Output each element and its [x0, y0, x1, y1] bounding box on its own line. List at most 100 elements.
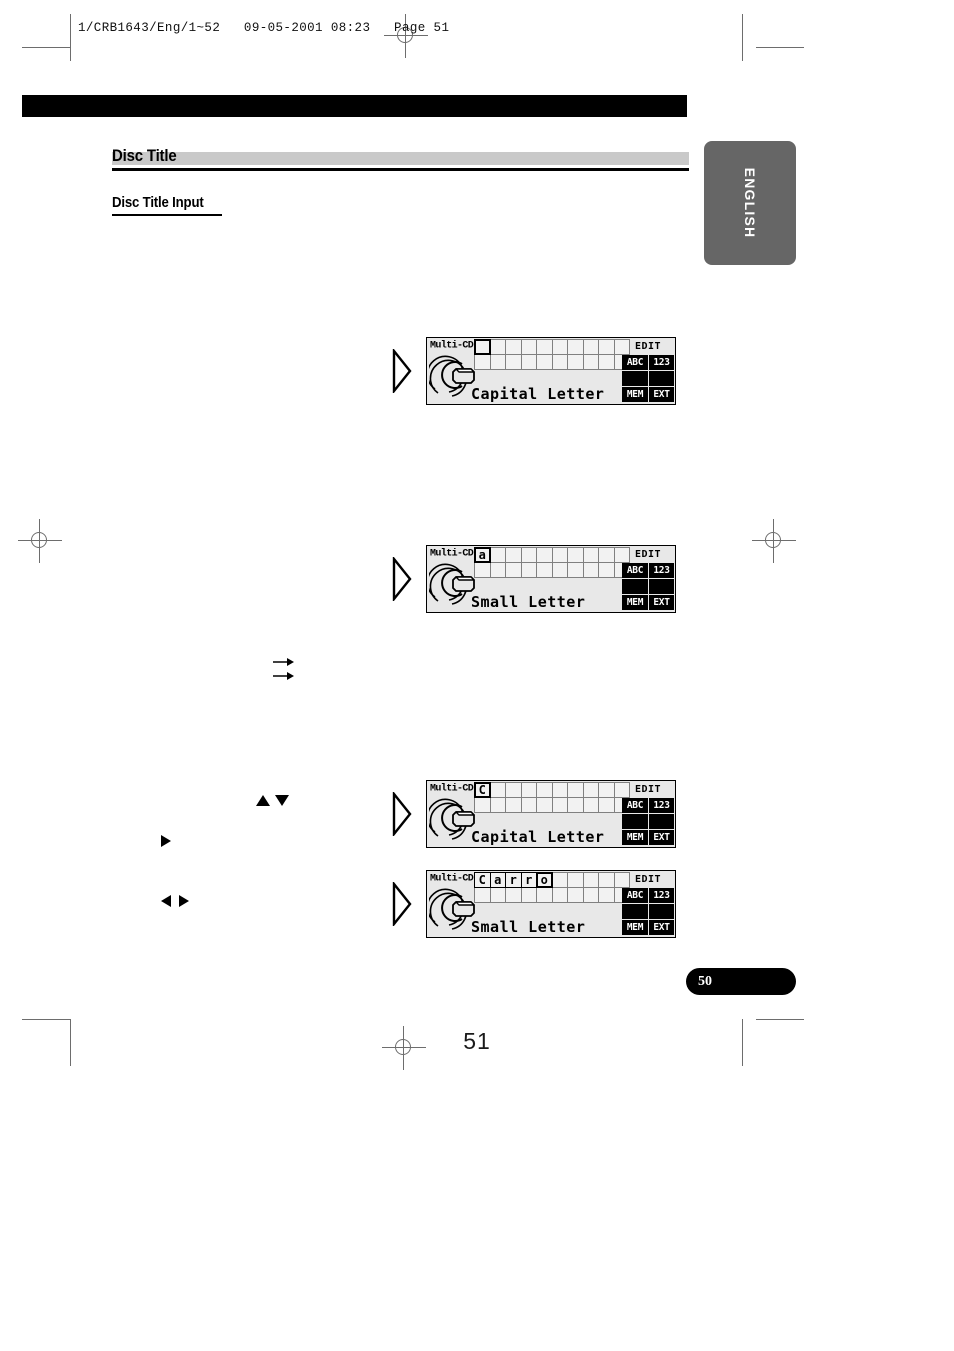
character-cell[interactable] — [582, 354, 599, 370]
button-down-icon — [275, 795, 289, 806]
character-cell[interactable] — [520, 782, 537, 798]
button-play-icon — [161, 835, 171, 847]
character-grid[interactable]: a — [474, 547, 630, 578]
character-cell[interactable] — [598, 562, 615, 578]
character-cell[interactable] — [567, 797, 584, 813]
registration-mark-left — [18, 519, 62, 563]
character-cell[interactable] — [567, 887, 584, 903]
character-cell[interactable] — [505, 547, 522, 563]
character-grid[interactable] — [474, 339, 630, 370]
character-cell[interactable] — [582, 339, 599, 355]
indicator-ext: EXT — [648, 830, 674, 845]
character-cell[interactable] — [551, 782, 568, 798]
source-label: Multi-CD — [430, 548, 474, 560]
character-cell[interactable]: C — [474, 872, 491, 888]
chapter-page-number: 50 — [698, 973, 712, 989]
character-cell[interactable] — [536, 887, 553, 903]
edit-indicator: EDIT — [634, 784, 662, 795]
character-cell[interactable] — [536, 354, 553, 370]
character-cell[interactable] — [598, 872, 615, 888]
indicator-123: 123 — [648, 355, 674, 370]
character-cell[interactable] — [505, 562, 522, 578]
character-cell[interactable] — [598, 547, 615, 563]
character-cell[interactable] — [567, 354, 584, 370]
indicator-row — [622, 904, 674, 919]
character-cell[interactable] — [582, 782, 599, 798]
indicator-ext: EXT — [648, 920, 674, 935]
character-cell[interactable] — [505, 339, 522, 355]
character-grid-row — [474, 339, 630, 355]
character-cell[interactable] — [520, 797, 537, 813]
character-cell[interactable] — [551, 797, 568, 813]
character-cell[interactable] — [582, 797, 599, 813]
character-cell[interactable]: r — [505, 872, 522, 888]
character-cell[interactable] — [505, 782, 522, 798]
character-cell[interactable] — [474, 797, 491, 813]
indicator-mem: MEM — [622, 387, 648, 402]
indicator-ext: EXT — [648, 387, 674, 402]
character-cell[interactable] — [582, 562, 599, 578]
character-cell[interactable] — [567, 782, 584, 798]
character-cell[interactable] — [489, 887, 506, 903]
character-cell[interactable] — [551, 339, 568, 355]
character-cell[interactable] — [551, 872, 568, 888]
character-cell[interactable] — [598, 782, 615, 798]
character-cell[interactable]: o — [536, 872, 553, 888]
character-cell[interactable]: C — [474, 782, 491, 798]
character-cell[interactable]: a — [474, 547, 491, 563]
character-cell[interactable] — [520, 339, 537, 355]
character-cell[interactable] — [505, 797, 522, 813]
character-cell[interactable] — [536, 339, 553, 355]
character-cell[interactable] — [551, 562, 568, 578]
character-cell[interactable] — [582, 547, 599, 563]
character-cell[interactable] — [474, 354, 491, 370]
indicator-panel: EDIT ABC 123 MEM EXT — [622, 339, 674, 403]
character-cell[interactable] — [520, 562, 537, 578]
character-cell[interactable] — [489, 547, 506, 563]
character-cell[interactable] — [474, 562, 491, 578]
character-cell[interactable] — [598, 797, 615, 813]
character-cell[interactable] — [536, 782, 553, 798]
character-cell[interactable] — [582, 872, 599, 888]
character-cell[interactable] — [536, 797, 553, 813]
character-cell[interactable] — [598, 354, 615, 370]
character-cell[interactable] — [551, 887, 568, 903]
character-cell[interactable] — [536, 547, 553, 563]
character-cell[interactable] — [489, 797, 506, 813]
character-cell[interactable] — [489, 354, 506, 370]
character-cell[interactable] — [520, 547, 537, 563]
character-cell[interactable] — [489, 562, 506, 578]
page-title: Disc Title — [112, 146, 689, 171]
button-left-icon — [161, 895, 171, 907]
character-grid[interactable]: C — [474, 782, 630, 813]
character-cell[interactable] — [567, 339, 584, 355]
character-cell[interactable] — [489, 782, 506, 798]
indicator-blank — [622, 814, 648, 829]
character-cell[interactable] — [598, 339, 615, 355]
character-grid[interactable]: Carro — [474, 872, 630, 903]
character-cell[interactable] — [567, 872, 584, 888]
character-cell[interactable] — [567, 562, 584, 578]
character-cell[interactable] — [505, 887, 522, 903]
character-grid-row: C — [474, 782, 630, 798]
character-cell[interactable] — [536, 562, 553, 578]
character-grid-row — [474, 887, 630, 903]
character-cell[interactable] — [567, 547, 584, 563]
character-cell[interactable] — [551, 354, 568, 370]
character-cell[interactable] — [520, 354, 537, 370]
character-cell[interactable]: a — [489, 872, 506, 888]
character-cell[interactable] — [582, 887, 599, 903]
crop-mark-bottom-left-h — [22, 1019, 70, 1020]
character-cell[interactable] — [505, 354, 522, 370]
character-cell[interactable]: r — [520, 872, 537, 888]
character-cell[interactable] — [598, 887, 615, 903]
crop-mark-top-right-v — [742, 14, 743, 61]
character-cell[interactable] — [520, 887, 537, 903]
character-cell[interactable] — [474, 887, 491, 903]
lcd-display: Multi-CD Capital Letter EDIT ABC 123 MEM EXT — [426, 337, 676, 405]
character-cell[interactable] — [489, 339, 506, 355]
indicator-row — [622, 371, 674, 386]
character-cell[interactable] — [474, 339, 491, 355]
step-arrow-icon-1 — [273, 657, 295, 667]
character-cell[interactable] — [551, 547, 568, 563]
